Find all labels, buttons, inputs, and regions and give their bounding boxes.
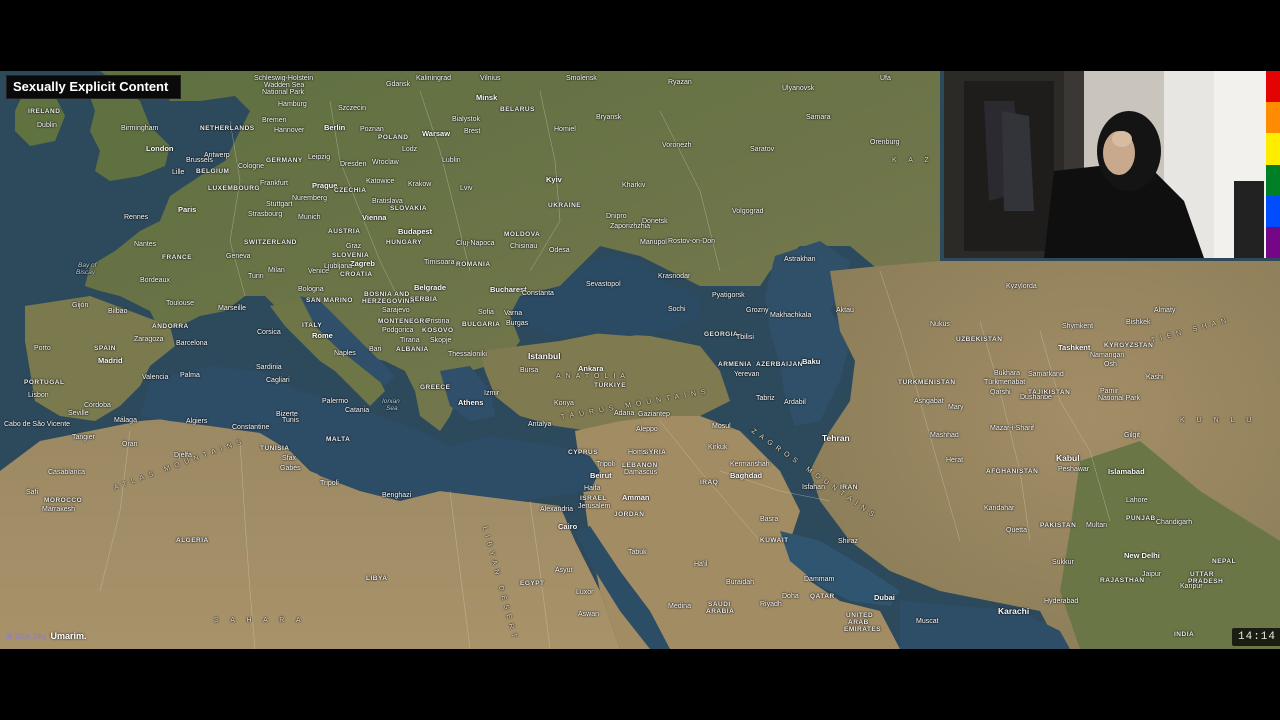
watermark-username: Umarim. [50, 631, 87, 641]
letterbox-top [0, 0, 1280, 71]
watermark-logo: ⊞ Blue Sky [6, 631, 47, 641]
letterbox-bottom [0, 649, 1280, 720]
stream-clock: 14:14 [1232, 628, 1280, 646]
pride-stripe-red [1266, 71, 1280, 103]
pride-stripe-orange [1266, 102, 1280, 134]
pride-flag-bar [1266, 71, 1280, 259]
webcam-feed [944, 71, 1266, 258]
webcam-overlay [944, 71, 1266, 258]
content-warning-badge: Sexually Explicit Content [6, 75, 182, 99]
pride-stripe-green [1266, 164, 1280, 196]
pride-stripe-blue [1266, 195, 1280, 227]
pride-stripe-yellow [1266, 133, 1280, 165]
map-watermark: ⊞ Blue Sky Umarim. [6, 631, 87, 641]
pride-stripe-purple [1266, 226, 1280, 259]
stream-frame: Sexually Explicit Content IRELAND Dublin… [0, 71, 1280, 649]
